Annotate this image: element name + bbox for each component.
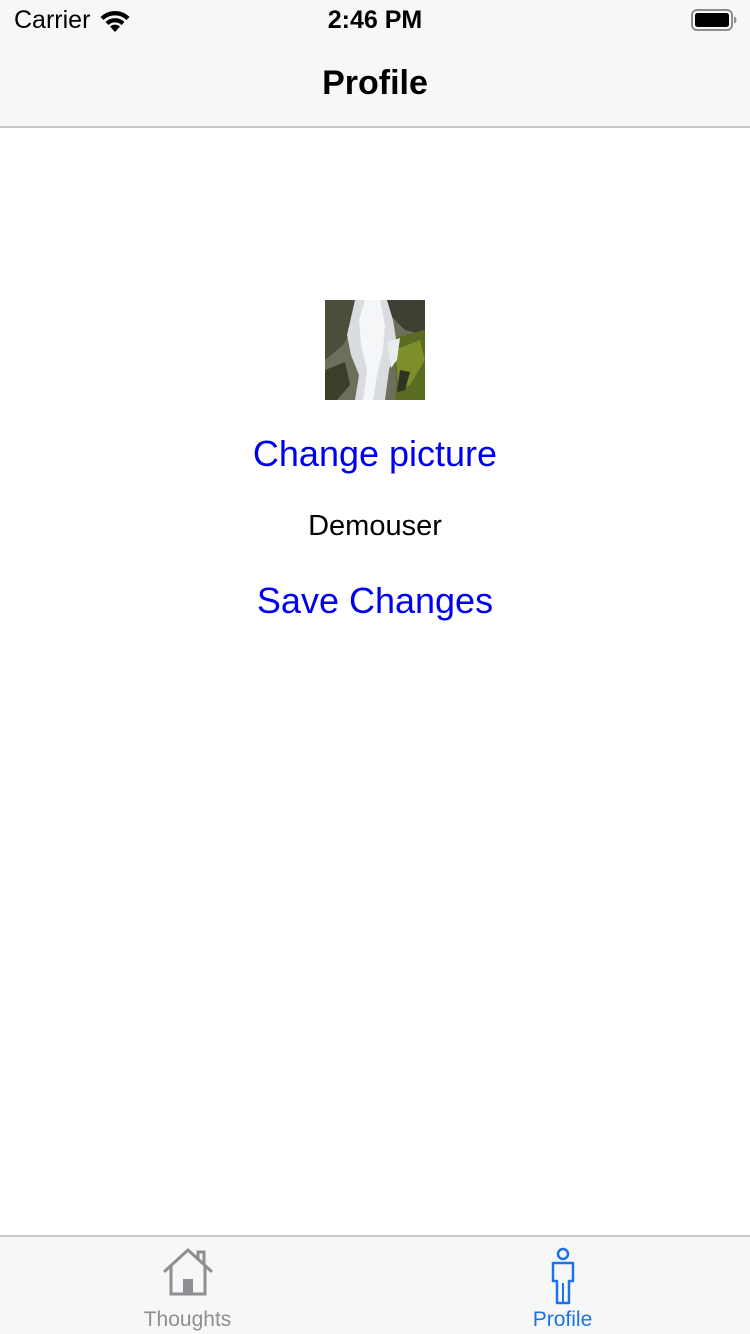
- tab-bar: Thoughts Profile: [0, 1235, 750, 1334]
- username-label: Demouser: [308, 510, 442, 542]
- tab-profile[interactable]: Profile: [375, 1237, 750, 1334]
- navigation-header: Carrier 2:46 PM Profile: [0, 0, 750, 128]
- person-icon: [551, 1247, 574, 1305]
- waterfall-photo-icon: [325, 300, 425, 400]
- profile-picture: [325, 300, 425, 400]
- page-title: Profile: [322, 64, 428, 102]
- status-bar: Carrier 2:46 PM: [0, 0, 750, 40]
- profile-screen: Carrier 2:46 PM Profile Change picture D…: [0, 0, 750, 1334]
- save-changes-button[interactable]: Save Changes: [0, 580, 750, 622]
- battery-icon: [691, 9, 737, 31]
- tab-profile-label: Profile: [532, 1308, 593, 1331]
- status-time: 2:46 PM: [327, 6, 423, 34]
- change-picture-button[interactable]: Change picture: [0, 433, 750, 475]
- tab-thoughts-label: Thoughts: [143, 1308, 232, 1331]
- house-icon: [163, 1248, 212, 1296]
- tab-thoughts[interactable]: Thoughts: [0, 1237, 375, 1334]
